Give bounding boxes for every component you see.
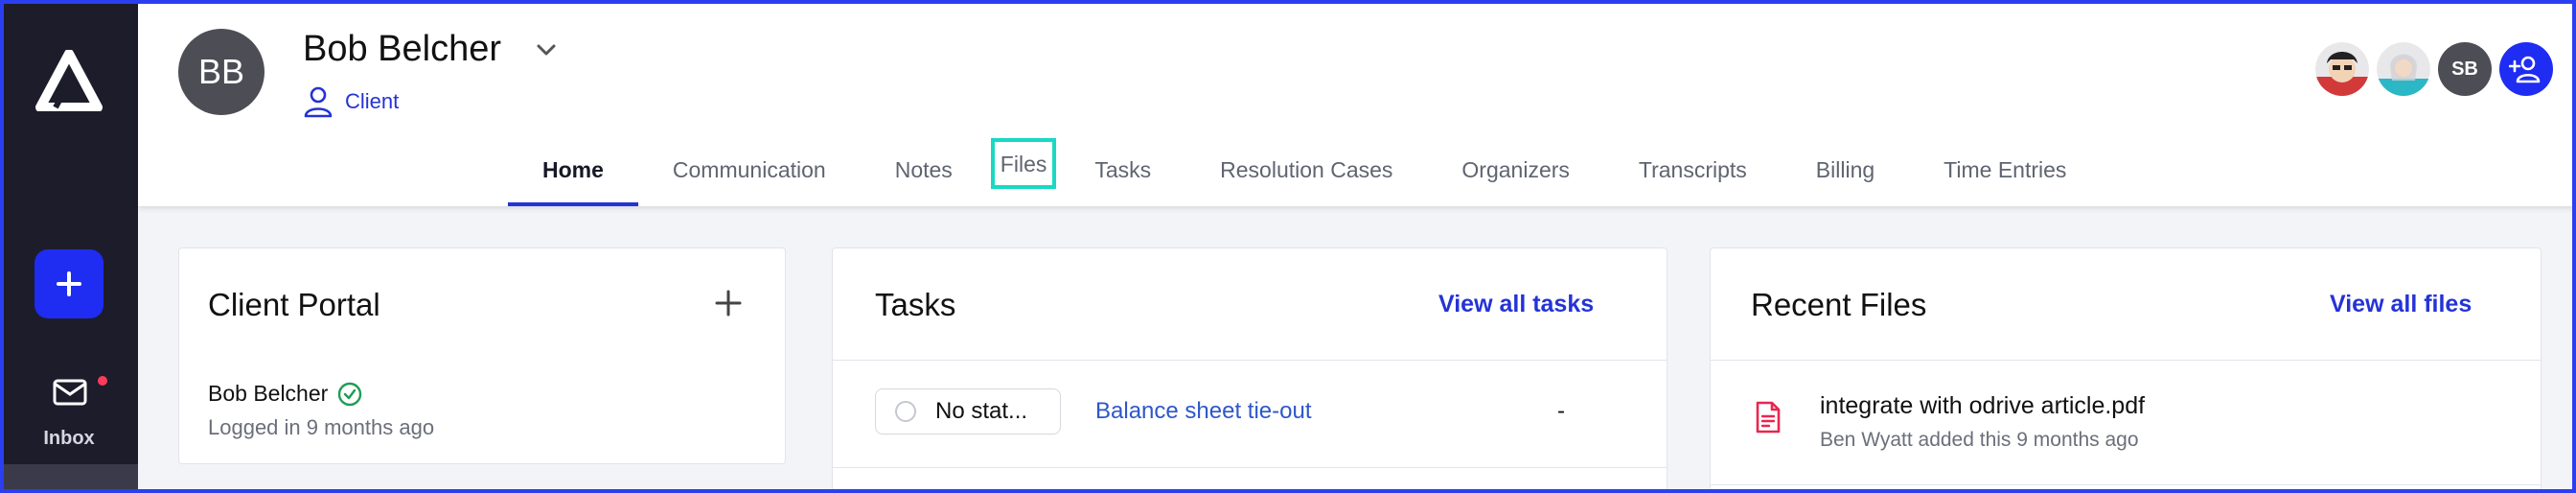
divider [1711,484,2541,485]
task-status-dropdown[interactable]: No stat... [875,388,1061,434]
task-status-label: No stat... [935,398,1028,424]
notification-dot [96,374,109,387]
tasks-card: Tasks View all tasks No stat... Balance … [832,247,1668,493]
tab-files[interactable]: Files [987,138,1061,206]
sidebar: Inbox [0,0,138,493]
tab-communication[interactable]: Communication [638,144,861,206]
plus-icon [57,271,81,296]
chevron-down-icon[interactable] [533,36,560,63]
divider [1711,360,2541,361]
tab-billing[interactable]: Billing [1782,144,1909,206]
file-name[interactable]: integrate with odrive article.pdf [1820,392,2145,420]
user-icon [304,86,333,118]
status-radio-icon [895,401,916,422]
team-member-avatar[interactable] [2315,42,2369,96]
recent-files-card: Recent Files View all files integrate wi… [1710,247,2542,493]
tab-tasks[interactable]: Tasks [1060,144,1185,206]
tab-organizers[interactable]: Organizers [1427,144,1603,206]
new-button[interactable] [34,249,104,318]
pdf-file-icon [1756,401,1781,434]
team-member-avatar[interactable] [2377,42,2430,96]
tab-transcripts[interactable]: Transcripts [1604,144,1782,206]
view-all-tasks-link[interactable]: View all tasks [1438,291,1594,318]
team-avatars: SB [2315,42,2553,96]
tab-notes[interactable]: Notes [861,144,987,206]
sidebar-next-item[interactable] [0,464,138,493]
avatar-illustration-icon [2315,42,2369,96]
client-portal-card: Client Portal Bob Belcher Logged in 9 mo… [178,247,786,464]
card-title: Recent Files [1751,287,1927,322]
check-circle-icon [338,382,362,406]
task-due-date: - [1557,398,1565,424]
team-member-avatar[interactable]: SB [2438,42,2492,96]
divider [833,360,1667,361]
client-header: BB Bob Belcher Client SB Home Communicat… [138,0,2576,206]
card-title: Client Portal [208,287,380,322]
portal-last-login: Logged in 9 months ago [208,415,435,439]
client-name: Bob Belcher [303,29,502,69]
client-type[interactable]: Client [303,84,399,119]
add-team-member-button[interactable] [2499,42,2553,96]
divider [833,467,1667,468]
tab-time-entries[interactable]: Time Entries [1909,144,2101,206]
client-avatar: BB [178,29,264,115]
portal-user-name: Bob Belcher [208,381,329,406]
mail-icon [53,379,87,406]
portal-user: Bob Belcher [208,381,362,407]
tab-files-label: Files [990,138,1057,189]
app-logo-icon[interactable] [34,50,104,111]
sidebar-item-inbox[interactable]: Inbox [19,368,119,464]
avatar-illustration-icon [2377,42,2430,96]
add-user-icon [2509,56,2541,83]
client-tabs: Home Communication Notes Files Tasks Res… [508,138,2101,206]
sidebar-item-label: Inbox [43,428,95,449]
view-all-files-link[interactable]: View all files [2330,291,2472,318]
file-meta: Ben Wyatt added this 9 months ago [1820,429,2139,451]
tab-home[interactable]: Home [508,144,638,206]
tab-resolution-cases[interactable]: Resolution Cases [1185,144,1427,206]
card-title: Tasks [875,287,956,322]
plus-icon[interactable] [714,289,743,317]
client-type-label: Client [345,89,400,113]
task-name-link[interactable]: Balance sheet tie-out [1095,398,1311,425]
